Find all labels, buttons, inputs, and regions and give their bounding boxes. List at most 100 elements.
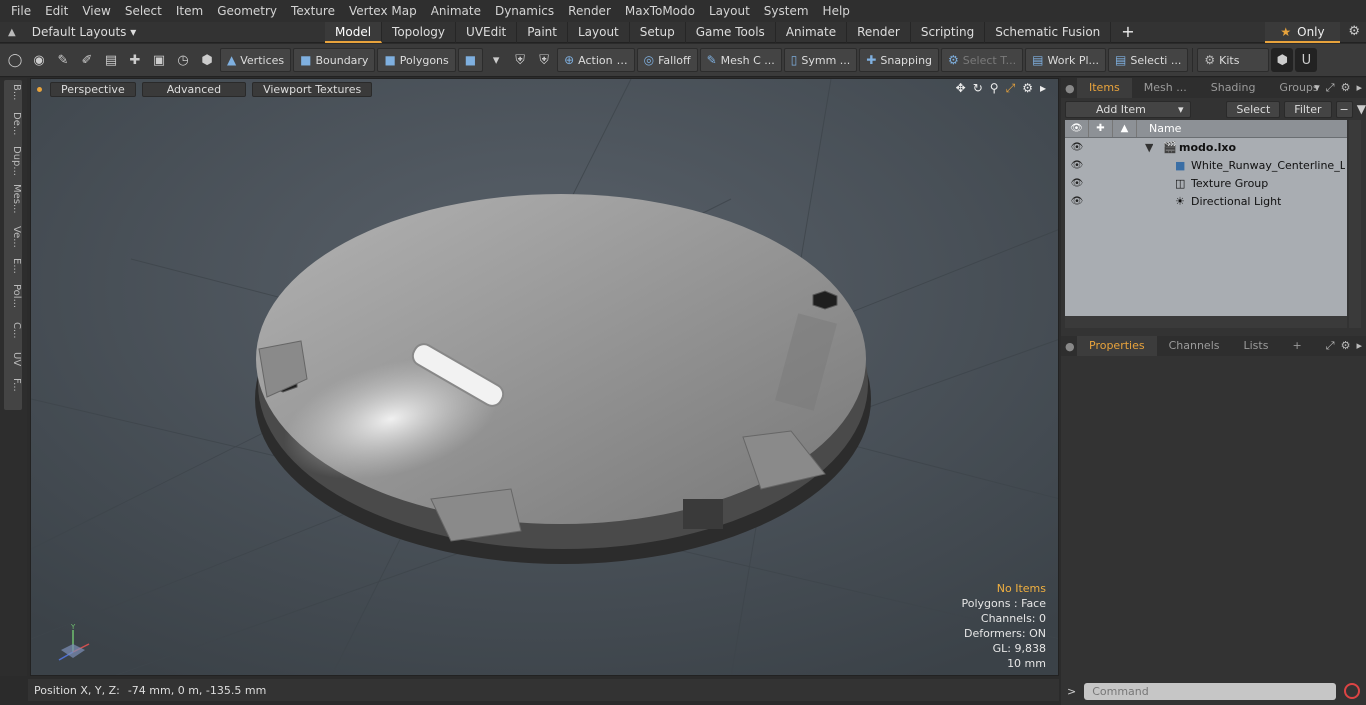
selection-sets-button[interactable]: ▤ Selecti ... [1108, 48, 1189, 72]
zoom-view-icon[interactable]: ⚲ [990, 81, 999, 96]
menu-item[interactable]: Item [169, 4, 210, 18]
shield-a-icon[interactable]: ⛨ [509, 48, 531, 72]
viewport-gear-icon[interactable]: ⚙ [1022, 81, 1033, 96]
advanced-button[interactable]: Advanced [141, 81, 247, 97]
tab-properties[interactable]: Properties [1077, 336, 1157, 356]
tab-animate[interactable]: Animate [776, 21, 848, 43]
viewport-expand-icon[interactable]: ▸ [1040, 81, 1046, 96]
gear-icon[interactable]: ⚙ [1348, 24, 1360, 39]
left-tab-duplicate[interactable]: Dup... [4, 146, 22, 176]
menu-render[interactable]: Render [561, 4, 618, 18]
menu-dynamics[interactable]: Dynamics [488, 4, 561, 18]
tree-horizontal-scrollbar[interactable] [1065, 316, 1347, 328]
tab-shading[interactable]: Shading [1199, 78, 1268, 98]
maximize-view-icon[interactable]: ⤢ [1006, 81, 1016, 96]
tab-channels[interactable]: Channels [1157, 336, 1232, 356]
props-popout-icon[interactable]: ⤢ [1326, 339, 1335, 353]
record-macro-icon[interactable] [1344, 683, 1361, 699]
left-tab-edge[interactable]: E... [4, 258, 22, 274]
tab-render[interactable]: Render [847, 21, 911, 43]
lock-column-icon[interactable]: ✚ [1089, 120, 1113, 137]
perspective-button[interactable]: Perspective [50, 81, 136, 97]
tree-row-texture-group[interactable]: 👁 ◫ Texture Group [1065, 174, 1347, 192]
visibility-column-eye-icon[interactable]: 👁 [1065, 120, 1089, 137]
menu-system[interactable]: System [757, 4, 816, 18]
clock-icon[interactable]: ◷ [172, 48, 194, 72]
tree-row-directional-light[interactable]: 👁 ☀ Directional Light [1065, 192, 1347, 210]
panel-popout-icon[interactable]: ⤢ [1326, 81, 1335, 95]
left-tab-fusion[interactable]: F... [4, 378, 22, 392]
snapping-button[interactable]: ✚ Snapping [859, 48, 940, 72]
left-tab-vertex[interactable]: Ve... [4, 226, 22, 248]
layout-selector[interactable]: ▲ Default Layouts ▾ [0, 22, 325, 43]
menu-vertex-map[interactable]: Vertex Map [342, 4, 424, 18]
tab-mesh[interactable]: Mesh ... [1132, 78, 1199, 98]
viewport-menu-dot-icon[interactable] [37, 86, 42, 92]
props-menu-dot-icon[interactable]: ● [1061, 340, 1077, 353]
menu-maxtomodo[interactable]: MaxToModo [618, 4, 702, 18]
vertices-button[interactable]: ▲ Vertices [220, 48, 292, 72]
tab-scripting[interactable]: Scripting [911, 21, 986, 43]
only-toggle[interactable]: ★ Only [1265, 22, 1340, 43]
globe-icon[interactable]: ◉ [28, 48, 50, 72]
left-tab-uv[interactable]: UV [4, 352, 22, 366]
menu-geometry[interactable]: Geometry [210, 4, 284, 18]
unity-icon[interactable]: ⬢ [1271, 48, 1294, 72]
eye-icon[interactable]: 👁 [1065, 178, 1089, 189]
tab-game-tools[interactable]: Game Tools [686, 21, 776, 43]
tab-schematic-fusion[interactable]: Schematic Fusion [985, 21, 1112, 43]
add-tab-plus-icon[interactable]: + [1111, 22, 1144, 43]
boundary-button[interactable]: ■ Boundary [293, 48, 376, 72]
menu-select[interactable]: Select [118, 4, 169, 18]
left-tab-deform[interactable]: De... [4, 112, 22, 135]
panel-gear-icon[interactable]: ⚙ [1341, 81, 1351, 95]
panel-menu-dot-icon[interactable]: ● [1061, 82, 1077, 95]
menu-help[interactable]: Help [816, 4, 857, 18]
menu-edit[interactable]: Edit [38, 4, 75, 18]
add-props-tab-plus-icon[interactable]: + [1280, 336, 1313, 356]
brush-icon[interactable]: ✐ [76, 48, 98, 72]
eye-icon[interactable]: 👁 [1065, 160, 1089, 171]
name-column-header[interactable]: Name [1137, 120, 1181, 137]
tree-vertical-scrollbar[interactable] [1349, 120, 1361, 328]
kits-button[interactable]: ⚙ Kits [1197, 48, 1270, 72]
tab-model[interactable]: Model [325, 21, 383, 43]
tab-layout[interactable]: Layout [568, 21, 630, 43]
3d-viewport[interactable]: Perspective Advanced Viewport Textures ✥… [30, 78, 1059, 676]
menu-layout[interactable]: Layout [702, 4, 757, 18]
menu-view[interactable]: View [75, 4, 117, 18]
command-input[interactable]: Command [1084, 682, 1337, 700]
item-mode-icon[interactable]: ⬢ [196, 48, 218, 72]
viewport-textures-button[interactable]: Viewport Textures [252, 81, 373, 97]
move-view-icon[interactable]: ✥ [956, 81, 966, 96]
unreal-icon[interactable]: U [1295, 48, 1318, 72]
props-expand-icon[interactable]: ▸ [1356, 339, 1362, 353]
collapse-up-icon[interactable]: ▲ [8, 27, 16, 38]
center-icon[interactable]: ✚ [124, 48, 146, 72]
menu-animate[interactable]: Animate [424, 4, 488, 18]
tab-uvedit[interactable]: UVEdit [456, 21, 518, 43]
square-circle-icon[interactable]: ▣ [148, 48, 170, 72]
menu-texture[interactable]: Texture [284, 4, 342, 18]
props-gear-icon[interactable]: ⚙ [1341, 339, 1351, 353]
eye-icon[interactable]: 👁 [1065, 196, 1089, 207]
render-column-icon[interactable]: ▲ [1113, 120, 1137, 137]
polygons-button[interactable]: ■ Polygons [377, 48, 456, 72]
tab-paint[interactable]: Paint [517, 21, 568, 43]
falloff-button[interactable]: ◎ Falloff [636, 48, 698, 72]
tree-row-scene[interactable]: 👁 ▼ 🎬 modo.lxo [1065, 138, 1347, 156]
add-item-button[interactable]: Add Item ▾ [1065, 100, 1191, 118]
tab-items[interactable]: Items [1077, 78, 1132, 98]
left-tab-basic[interactable]: B... [4, 84, 22, 100]
filter-button[interactable]: Filter [1284, 100, 1332, 118]
symmetry-button[interactable]: ▯ Symm ... [783, 48, 858, 72]
dropdown-chevron-icon[interactable]: ▾ [485, 48, 507, 72]
panel-dropdown-icon[interactable]: ▾ [1314, 81, 1320, 95]
expand-triangle-icon[interactable]: ▼ [1145, 141, 1153, 154]
mesh-constraint-button[interactable]: ✎ Mesh C ... [699, 48, 782, 72]
collapse-icon[interactable]: − [1335, 100, 1353, 118]
action-button[interactable]: ⊕ Action … [557, 48, 635, 72]
shield-b-icon[interactable]: ⛨ [533, 48, 555, 72]
work-plane-button[interactable]: ▤ Work Pl... [1025, 48, 1107, 72]
panel-expand-icon[interactable]: ▸ [1356, 81, 1362, 95]
